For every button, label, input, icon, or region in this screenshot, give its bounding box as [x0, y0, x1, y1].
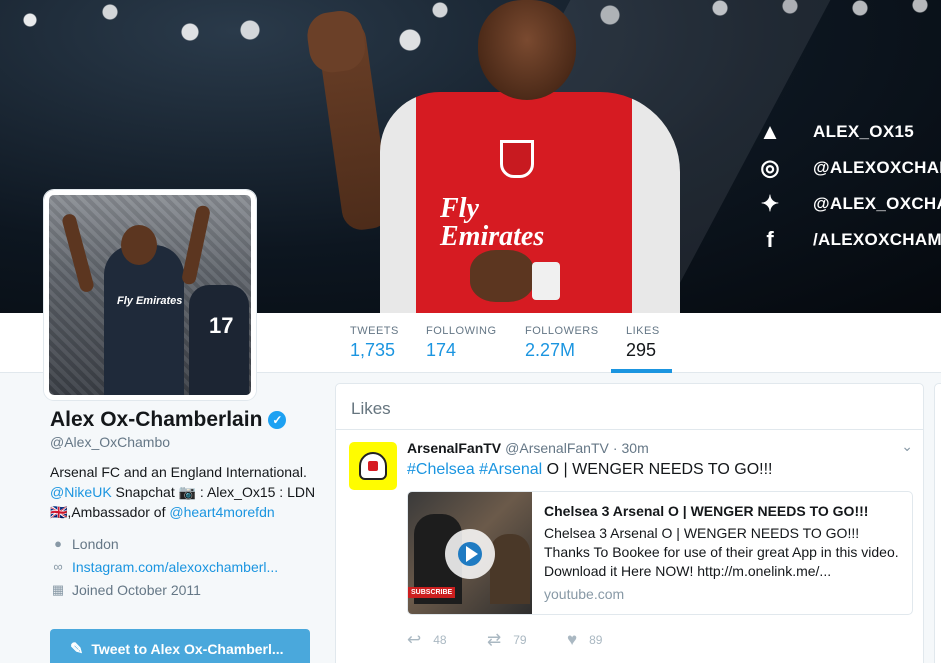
- profile-name[interactable]: Alex Ox-Chamberlain: [50, 408, 262, 432]
- avatar-teammate: [189, 285, 249, 395]
- arsenal-crest-icon: [500, 140, 534, 178]
- jersey-sponsor: Fly Emirates: [440, 193, 545, 252]
- banner-player-image: Fly Emirates: [304, 0, 690, 313]
- thumb-subscribe-label: SUBSCRIBE: [408, 587, 456, 598]
- chevron-down-icon[interactable]: ⌄: [901, 438, 913, 455]
- tweet-item[interactable]: ⌄ ArsenalFanTV @ArsenalFanTV · 30m #Chel…: [336, 430, 923, 652]
- tweet-text: #Chelsea #Arsenal O | WENGER NEEDS TO GO…: [407, 459, 908, 481]
- social-row-snapchat: ▲ ALEX_OX15: [755, 114, 941, 150]
- hashtag-chelsea[interactable]: #Chelsea: [407, 461, 475, 478]
- tweet-author-avatar[interactable]: [349, 442, 397, 490]
- profile-bio: Arsenal FC and an England International.…: [50, 462, 320, 522]
- bio-text: Arsenal FC and an England International.: [50, 464, 307, 480]
- snapchat-ghost-icon: [359, 452, 387, 480]
- social-text: /ALEXOXCHAM: [813, 230, 941, 249]
- card-source: youtube.com: [544, 586, 625, 602]
- profile-location: ● London: [50, 532, 320, 555]
- timeline-header: Likes: [336, 384, 923, 430]
- twitter-icon: ✦: [760, 191, 780, 216]
- tweet-to-label: Tweet to Alex Ox-Chamberl...: [91, 641, 284, 657]
- reply-button[interactable]: ↩ 48: [407, 630, 487, 650]
- tweet-header: ArsenalFanTV @ArsenalFanTV · 30m: [407, 440, 908, 456]
- card-description: Chelsea 3 Arsenal O | WENGER NEEDS TO GO…: [544, 525, 899, 579]
- avatar-player: [104, 245, 184, 395]
- nav-tweets-value: 1,735: [350, 340, 396, 360]
- social-row-instagram: ◎ @ALEXOXCHAM: [755, 150, 941, 186]
- snapchat-icon: ▲: [759, 119, 781, 144]
- calendar-icon: ▦: [51, 581, 65, 597]
- nav-tweets[interactable]: TWEETS 1,735: [350, 313, 399, 373]
- player-wristband: [532, 262, 560, 300]
- play-triangle: [466, 546, 478, 562]
- profile-website: ∞ Instagram.com/alexoxchamberl...: [50, 555, 320, 578]
- heart-icon: ♥: [567, 630, 578, 649]
- facebook-icon: f: [766, 227, 774, 252]
- instagram-icon: ◎: [760, 155, 780, 180]
- profile-meta: ● London ∞ Instagram.com/alexoxchamberl.…: [50, 532, 320, 601]
- social-text: ALEX_OX15: [813, 122, 914, 141]
- profile-info: Alex Ox-Chamberlain ✓ @Alex_OxChambo Ars…: [50, 408, 320, 601]
- tweet-dot: ·: [612, 440, 618, 456]
- link-icon: ∞: [53, 559, 63, 574]
- card-body: Chelsea 3 Arsenal O | WENGER NEEDS TO GO…: [532, 492, 912, 614]
- player-hand: [470, 250, 534, 302]
- website-link[interactable]: Instagram.com/alexoxchamberl...: [72, 559, 278, 575]
- card-title: Chelsea 3 Arsenal O | WENGER NEEDS TO GO…: [544, 503, 869, 519]
- verified-icon: ✓: [268, 411, 287, 429]
- nav-followers-value: 2.27M: [525, 340, 576, 360]
- retweet-count: 79: [513, 633, 527, 647]
- social-text: @ALEXOXCHAM: [813, 158, 941, 177]
- social-text: @ALEX_OXCHA: [813, 194, 941, 213]
- tweet-actions: ↩ 48 ⇄ 79 ♥ 89: [407, 628, 908, 652]
- tweet-author-handle[interactable]: @ArsenalFanTV: [505, 440, 609, 456]
- avatar-head: [121, 225, 157, 265]
- profile-avatar[interactable]: 17 Fly Emirates: [44, 190, 256, 400]
- profile-handle[interactable]: @Alex_OxChambo: [50, 434, 320, 450]
- location-pin-icon: ●: [54, 536, 62, 551]
- avatar-shirt-number: 17: [209, 313, 234, 338]
- reply-count: 48: [433, 633, 447, 647]
- nav-following-label: FOLLOWING: [426, 325, 497, 337]
- link-card[interactable]: SUBSCRIBE Chelsea 3 Arsenal O | WENGER N…: [407, 491, 913, 615]
- profile-joined: ▦ Joined October 2011: [50, 578, 320, 601]
- tweet-author-name[interactable]: ArsenalFanTV: [407, 440, 501, 456]
- bio-link-heart4more[interactable]: @heart4morefdn: [169, 504, 274, 520]
- right-sidebar-edge: [934, 383, 941, 663]
- reply-icon: ↩: [407, 630, 422, 649]
- nav-likes-value: 295: [626, 340, 657, 360]
- avatar-sponsor: Fly Emirates: [117, 295, 183, 307]
- bio-link-nike[interactable]: @NikeUK: [50, 484, 112, 500]
- tweet-time[interactable]: 30m: [622, 440, 649, 456]
- location-text: London: [72, 535, 119, 552]
- banner-socials: ▲ ALEX_OX15 ◎ @ALEXOXCHAM ✦ @ALEX_OXCHA …: [755, 114, 941, 258]
- nav-following-value: 174: [426, 340, 457, 360]
- tweet-to-button[interactable]: ✎ Tweet to Alex Ox-Chamberl...: [50, 629, 310, 663]
- like-button[interactable]: ♥ 89: [567, 630, 647, 650]
- nav-following[interactable]: FOLLOWING 174: [426, 313, 497, 373]
- retweet-button[interactable]: ⇄ 79: [487, 630, 567, 650]
- like-count: 89: [589, 633, 603, 647]
- video-thumbnail[interactable]: SUBSCRIBE: [408, 492, 532, 614]
- social-row-facebook: f /ALEXOXCHAM: [755, 222, 941, 258]
- compose-icon: ✎: [70, 641, 84, 658]
- profile-name-row: Alex Ox-Chamberlain ✓: [50, 408, 320, 432]
- play-icon[interactable]: [445, 529, 495, 579]
- player-head: [478, 0, 576, 100]
- retweet-icon: ⇄: [487, 630, 502, 649]
- likes-timeline: Likes ⌄ ArsenalFanTV @ArsenalFanTV · 30m…: [335, 383, 924, 663]
- nav-followers[interactable]: FOLLOWERS 2.27M: [525, 313, 599, 373]
- nav-tweets-label: TWEETS: [350, 325, 399, 337]
- thumb-person: [490, 534, 530, 604]
- joined-text: Joined October 2011: [72, 581, 201, 598]
- tweet-body: O | WENGER NEEDS TO GO!!!: [542, 461, 773, 478]
- nav-followers-label: FOLLOWERS: [525, 325, 599, 337]
- nav-likes-label: LIKES: [626, 325, 660, 337]
- hashtag-arsenal[interactable]: #Arsenal: [479, 461, 542, 478]
- social-row-twitter: ✦ @ALEX_OXCHA: [755, 186, 941, 222]
- nav-likes[interactable]: LIKES 295: [611, 313, 672, 373]
